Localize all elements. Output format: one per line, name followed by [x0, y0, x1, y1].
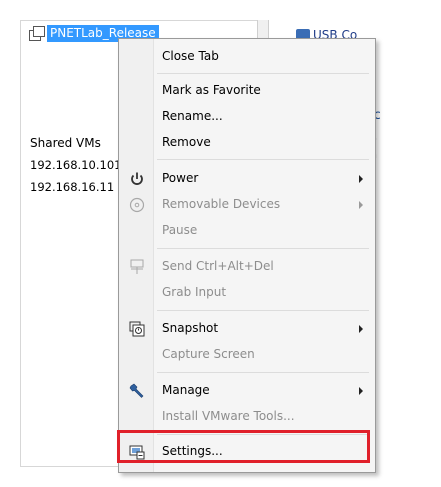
submenu-arrow-icon [359, 201, 363, 209]
menu-item-send-ctrl-alt-del[interactable]: Send Ctrl+Alt+Del [119, 255, 375, 279]
menu-separator [157, 159, 369, 160]
menu-item-pause[interactable]: Pause [119, 219, 375, 243]
menu-item-capture-screen[interactable]: Capture Screen [119, 343, 375, 367]
menu-item-label: Removable Devices [162, 197, 281, 211]
menu-item-label: Snapshot [162, 321, 219, 335]
menu-item-rename[interactable]: Rename... [119, 105, 375, 129]
menu-item-mark-favorite[interactable]: Mark as Favorite [119, 79, 375, 103]
menu-item-close-tab[interactable]: Close Tab [119, 45, 375, 69]
menu-item-label: Pause [162, 223, 198, 237]
submenu-arrow-icon [359, 175, 363, 183]
menu-item-label: Remove [162, 135, 211, 149]
menu-item-label: Rename... [162, 109, 223, 123]
menu-item-power[interactable]: Power [119, 167, 375, 191]
submenu-arrow-icon [359, 387, 363, 395]
menu-item-grab-input[interactable]: Grab Input [119, 281, 375, 305]
wrench-icon [128, 382, 146, 400]
menu-separator [157, 372, 369, 373]
disc-icon [128, 196, 146, 214]
menu-separator [157, 248, 369, 249]
menu-item-label: Mark as Favorite [162, 83, 261, 97]
context-menu: Close Tab Mark as Favorite Rename... Rem… [118, 38, 376, 473]
vm-icon [28, 25, 45, 41]
settings-highlight-box [117, 430, 370, 463]
menu-item-install-vmware-tools[interactable]: Install VMware Tools... [119, 405, 375, 429]
menu-item-removable-devices[interactable]: Removable Devices [119, 193, 375, 217]
host-item[interactable]: 192.168.16.11 [30, 180, 114, 194]
menu-item-label: Manage [162, 383, 210, 397]
menu-item-label: Send Ctrl+Alt+Del [162, 259, 274, 273]
menu-separator [157, 310, 369, 311]
host-item[interactable]: 192.168.10.101 [30, 158, 121, 172]
power-icon [128, 170, 146, 188]
menu-item-label: Close Tab [162, 49, 219, 63]
menu-item-label: Capture Screen [162, 347, 255, 361]
shared-vms-label[interactable]: Shared VMs [30, 136, 101, 150]
submenu-arrow-icon [359, 325, 363, 333]
menu-item-snapshot[interactable]: Snapshot [119, 317, 375, 341]
snapshot-icon [128, 320, 146, 338]
menu-separator [157, 73, 369, 74]
menu-item-manage[interactable]: Manage [119, 379, 375, 403]
menu-item-label: Grab Input [162, 285, 227, 299]
menu-item-remove[interactable]: Remove [119, 131, 375, 155]
menu-item-label: Power [162, 171, 199, 185]
menu-item-label: Install VMware Tools... [162, 409, 295, 423]
keyboard-icon [128, 258, 146, 276]
